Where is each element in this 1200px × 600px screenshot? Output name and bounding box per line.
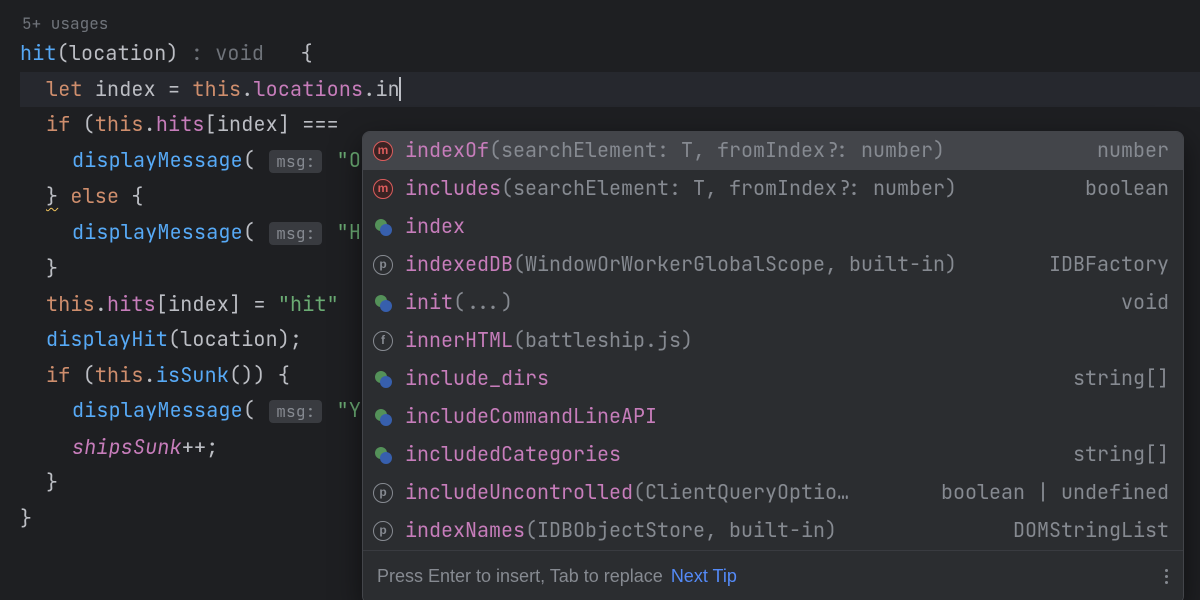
completion-signature: (...) [453, 285, 513, 321]
completion-name: includedCategories [405, 437, 621, 473]
completion-name: includeCommandLineAPI [405, 399, 657, 435]
caret [399, 77, 401, 101]
completion-name: indexedDB [405, 247, 513, 283]
completion-item[interactable]: p indexedDB (WindowOrWorkerGlobalScope, b… [363, 246, 1183, 284]
completion-type: void [1107, 285, 1169, 321]
method-name: hit [20, 40, 57, 66]
completion-item[interactable]: m indexOf(searchElement: T, fromIndex?: n… [363, 132, 1183, 170]
completion-signature: (IDBObjectStore, built-in) [525, 513, 837, 549]
completion-type: boolean | undefined [927, 475, 1169, 511]
completion-type: boolean [1071, 171, 1169, 207]
completion-signature: (searchElement: T, fromIndex?: number) [489, 133, 945, 169]
completion-name: include_dirs [405, 361, 549, 397]
completion-signature: (ClientQueryOptio… [633, 475, 849, 511]
next-tip-link[interactable]: Next Tip [671, 559, 737, 595]
current-line[interactable]: let index = this.locations.in [20, 72, 1200, 108]
completion-signature: (WindowOrWorkerGlobalScope, built-in) [513, 247, 957, 283]
completion-item[interactable]: init(...) void [363, 284, 1183, 322]
completion-item[interactable]: p includeUncontrolled (ClientQueryOptio… b… [363, 474, 1183, 512]
param-hint-pill: msg: [269, 222, 322, 245]
completion-name: init [405, 285, 453, 321]
completion-type: number [1083, 133, 1169, 169]
completion-type: string[] [1059, 361, 1169, 397]
completion-footer: Press Enter to insert, Tab to replaceNex… [363, 550, 1183, 600]
method-icon: m [373, 141, 393, 161]
more-icon[interactable] [1165, 569, 1169, 584]
completion-item[interactable]: p indexNames (IDBObjectStore, built-in) DO… [363, 512, 1183, 550]
completion-type: string[] [1059, 437, 1169, 473]
completion-item[interactable]: includedCategories string[] [363, 436, 1183, 474]
variable-icon [373, 369, 393, 389]
completion-type: DOMStringList [999, 513, 1169, 549]
completion-item[interactable]: includeCommandLineAPI [363, 398, 1183, 436]
property-icon: p [373, 483, 393, 503]
variable-icon [373, 217, 393, 237]
completion-signature: (battleship.js) [513, 323, 693, 359]
method-icon: m [373, 179, 393, 199]
completion-type: IDBFactory [1035, 247, 1169, 283]
variable-icon [373, 445, 393, 465]
param-hint-pill: msg: [269, 150, 322, 173]
completion-popup[interactable]: mindexOf(searchElement: T, fromIndex?: n… [362, 131, 1184, 600]
completion-name: includeUncontrolled [405, 475, 633, 511]
variable-icon [373, 407, 393, 427]
usages-hint: 5+ usages [20, 12, 1200, 36]
completion-item[interactable]: f innerHTML (battleship.js) [363, 322, 1183, 360]
param-hint-pill: msg: [269, 400, 322, 423]
completion-name: index [405, 209, 465, 245]
completion-item[interactable]: index [363, 208, 1183, 246]
completion-item[interactable]: m includes(searchElement: T, fromIndex?: … [363, 170, 1183, 208]
code-line: hit(location) : void { [20, 36, 1200, 72]
completion-name: indexNames [405, 513, 525, 549]
completion-item[interactable]: include_dirs string[] [363, 360, 1183, 398]
variable-icon [373, 293, 393, 313]
completion-name: indexOf [405, 133, 489, 169]
footer-hint: Press Enter to insert, Tab to replace [377, 559, 663, 595]
property-icon: p [373, 255, 393, 275]
code-editor[interactable]: 5+ usages hit(location) : void { let ind… [0, 0, 1200, 536]
completion-name: innerHTML [405, 323, 513, 359]
completion-name: includes [405, 171, 501, 207]
property-icon: p [373, 521, 393, 541]
completion-signature: (searchElement: T, fromIndex?: number) [501, 171, 957, 207]
field-icon: f [373, 331, 393, 351]
